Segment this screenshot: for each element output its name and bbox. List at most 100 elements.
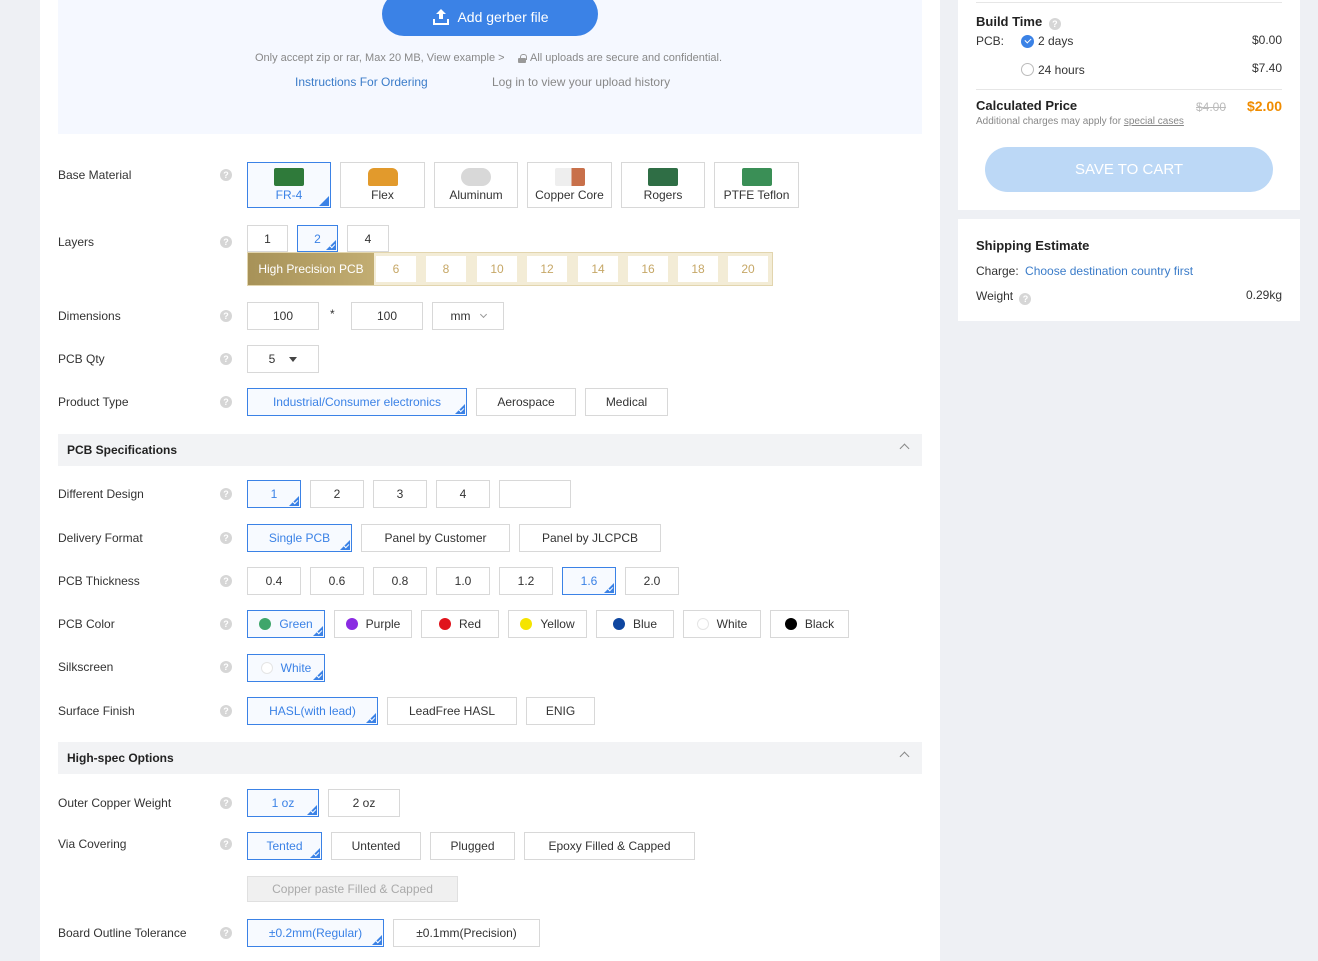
delivery-panel-jlcpcb[interactable]: Panel by JLCPCB [519,524,661,552]
layer-option-2[interactable]: 2 [297,225,338,252]
layer-option-1[interactable]: 1 [247,225,288,252]
via-untented[interactable]: Untented [331,832,421,860]
lock-icon [518,53,527,63]
build-2days-radio[interactable] [1021,35,1034,48]
material-label: Rogers [643,188,683,202]
color-green[interactable]: Green [247,610,325,638]
help-icon[interactable]: ? [220,532,232,544]
help-icon[interactable]: ? [220,797,232,809]
unit-select[interactable]: mm [432,302,504,330]
height-input[interactable]: 100 [351,302,423,330]
instructions-link[interactable]: Instructions For Ordering [295,75,428,89]
layer-option-4[interactable]: 4 [347,225,389,252]
via-copper-paste: Copper paste Filled & Capped [247,876,458,902]
price-summary-panel: Build Time ? PCB: 2 days $0.00 24 hours … [958,0,1300,210]
chevron-up-icon [899,751,910,762]
hp-layer-option[interactable]: 10 [477,256,517,282]
help-icon[interactable]: ? [1019,293,1032,305]
finish-hasl-lead[interactable]: HASL(with lead) [247,697,378,725]
thickness-option-selected[interactable]: 1.6 [562,567,616,595]
material-rogers[interactable]: Rogers [621,162,705,208]
material-flex[interactable]: Flex [340,162,425,208]
thickness-option[interactable]: 0.4 [247,567,301,595]
product-type-medical[interactable]: Medical [585,388,668,416]
thickness-option[interactable]: 2.0 [625,567,679,595]
tolerance-regular[interactable]: ±0.2mm(Regular) [247,919,384,947]
design-custom-input[interactable] [499,480,571,508]
delivery-panel-customer[interactable]: Panel by Customer [361,524,510,552]
divider [976,89,1282,90]
hp-layer-option[interactable]: 8 [426,256,466,282]
pcb-specs-header[interactable]: PCB Specifications [58,434,922,466]
color-blue[interactable]: Blue [596,610,674,638]
save-to-cart-button[interactable]: SAVE TO CART [985,147,1273,192]
material-aluminum[interactable]: Aluminum [434,162,518,208]
help-icon[interactable]: ? [220,618,232,630]
via-tented[interactable]: Tented [247,832,322,860]
help-icon[interactable]: ? [220,705,232,717]
hp-layer-option[interactable]: 20 [728,256,768,282]
pcb-qty-select[interactable]: 5 [247,345,319,373]
help-icon[interactable]: ? [220,236,232,248]
ptfe-image [741,168,772,186]
via-plugged[interactable]: Plugged [430,832,515,860]
help-icon[interactable]: ? [220,661,232,673]
help-icon[interactable]: ? [1048,18,1061,30]
upload-secure-note: All uploads are secure and confidential. [518,52,722,64]
thickness-option[interactable]: 1.0 [436,567,490,595]
help-icon[interactable]: ? [220,575,232,587]
color-black[interactable]: Black [770,610,849,638]
silkscreen-white[interactable]: White [247,654,325,682]
pcb-build-label: PCB: [976,34,1005,48]
help-icon[interactable]: ? [220,353,232,365]
design-option-1[interactable]: 1 [247,480,301,508]
chevron-down-icon [479,310,487,319]
delivery-single-pcb[interactable]: Single PCB [247,524,352,552]
via-epoxy-filled[interactable]: Epoxy Filled & Capped [524,832,695,860]
design-option-2[interactable]: 2 [310,480,364,508]
upload-accept-note: Only accept zip or rar, Max 20 MB, View … [255,52,505,64]
tolerance-precision[interactable]: ±0.1mm(Precision) [393,919,540,947]
special-cases-link[interactable]: special cases [1124,116,1184,127]
hp-layer-option[interactable]: 16 [628,256,668,282]
help-icon[interactable]: ? [220,838,232,850]
copper-2oz[interactable]: 2 oz [328,789,400,817]
design-option-3[interactable]: 3 [373,480,427,508]
help-icon[interactable]: ? [220,927,232,939]
color-red[interactable]: Red [421,610,499,638]
hp-layer-option[interactable]: 6 [376,256,416,282]
product-type-aerospace[interactable]: Aerospace [476,388,576,416]
help-icon[interactable]: ? [220,488,232,500]
build-24h-radio[interactable] [1021,63,1034,76]
hp-layer-option[interactable]: 14 [578,256,618,282]
color-white[interactable]: White [683,610,761,638]
finish-enig[interactable]: ENIG [526,697,595,725]
high-spec-header[interactable]: High-spec Options [58,742,922,774]
color-yellow[interactable]: Yellow [508,610,587,638]
thickness-option[interactable]: 1.2 [499,567,553,595]
hp-layer-option[interactable]: 12 [527,256,567,282]
thickness-option[interactable]: 0.6 [310,567,364,595]
material-fr4[interactable]: FR-4 [247,162,331,208]
design-option-4[interactable]: 4 [436,480,490,508]
width-input[interactable]: 100 [247,302,319,330]
copper-1oz[interactable]: 1 oz [247,789,319,817]
color-purple[interactable]: Purple [334,610,412,638]
color-name: Blue [632,617,658,631]
help-icon[interactable]: ? [220,169,232,181]
help-icon[interactable]: ? [220,310,232,322]
color-name: Black [804,617,835,631]
add-gerber-button[interactable]: Add gerber file [382,0,598,36]
thickness-option[interactable]: 0.8 [373,567,427,595]
help-icon[interactable]: ? [220,396,232,408]
finish-leadfree-hasl[interactable]: LeadFree HASL [387,697,517,725]
upload-history-link[interactable]: Log in to view your upload history [492,75,670,89]
material-copper-core[interactable]: Copper Core [527,162,612,208]
hp-layer-option[interactable]: 18 [678,256,718,282]
material-ptfe-teflon[interactable]: PTFE Teflon [714,162,799,208]
pcb-specs-title: PCB Specifications [67,443,178,457]
weight-value: 0.29kg [1245,288,1282,302]
choose-country-link[interactable]: Choose destination country first [1025,264,1193,278]
aluminum-image [461,168,491,186]
product-type-industrial[interactable]: Industrial/Consumer electronics [247,388,467,416]
